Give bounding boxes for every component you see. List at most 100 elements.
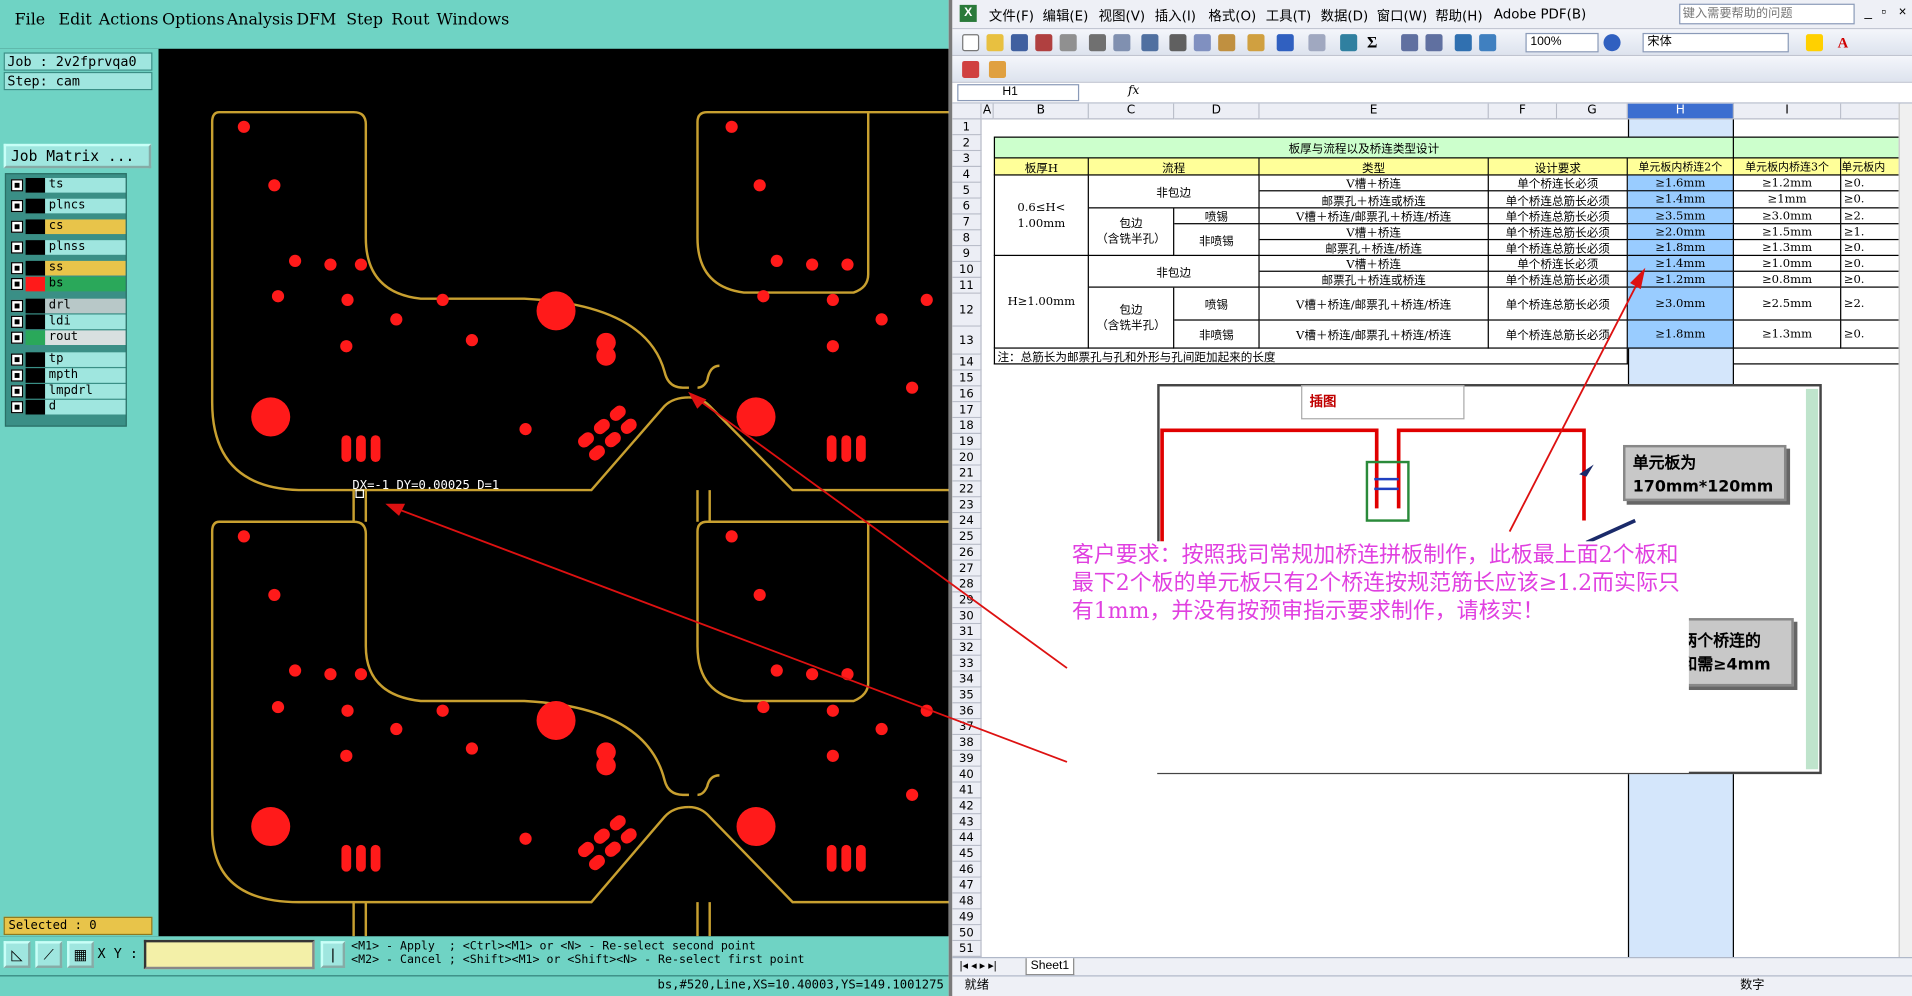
column-header-h[interactable]: H xyxy=(1627,103,1734,120)
cell-requirement[interactable]: 单个桥连长必须 xyxy=(1488,256,1628,272)
row-header[interactable]: 39 xyxy=(952,750,982,767)
cell-type[interactable]: V槽＋桥连 xyxy=(1259,256,1489,272)
menu-file[interactable]: File xyxy=(15,11,46,29)
header-bridge-2[interactable]: 单元板内桥连2个 xyxy=(1627,158,1734,176)
layer-row-drl[interactable]: drl xyxy=(9,298,126,314)
preview-icon[interactable] xyxy=(1113,34,1131,52)
cell-bridge-4[interactable]: ≥2. xyxy=(1841,287,1902,321)
layer-row-tp[interactable]: tp xyxy=(9,352,126,367)
menu-rout[interactable]: Rout xyxy=(391,11,429,29)
menu-step[interactable]: Step xyxy=(346,11,383,29)
cell-requirement[interactable]: 单个桥连总筋长必须 xyxy=(1488,287,1628,321)
row-header[interactable]: 22 xyxy=(952,481,982,498)
column-header-i[interactable]: I xyxy=(1733,103,1842,120)
cell-type[interactable]: V槽＋桥连/邮票孔＋桥连/桥连 xyxy=(1259,287,1489,321)
row-header[interactable]: 6 xyxy=(952,198,982,215)
row-header[interactable]: 45 xyxy=(952,846,982,862)
cell-requirement[interactable]: 单个桥连总筋长必须 xyxy=(1488,208,1628,225)
open-icon[interactable] xyxy=(986,34,1004,52)
table-title[interactable]: 板厚与流程以及桥连类型设计 xyxy=(993,136,1734,159)
cell-requirement[interactable]: 单个桥连总筋长必须 xyxy=(1488,191,1628,209)
group-spray-2[interactable]: 喷锡 xyxy=(1174,287,1260,321)
row-header[interactable]: 3 xyxy=(952,151,982,168)
column-header-c[interactable]: C xyxy=(1088,103,1175,120)
layer-checkbox[interactable] xyxy=(10,220,24,233)
row-header[interactable]: 49 xyxy=(952,909,982,926)
layer-row-mpth[interactable]: mpth xyxy=(9,368,126,383)
layer-checkbox[interactable] xyxy=(10,385,24,398)
row-header[interactable]: 14 xyxy=(952,354,982,371)
group-no-spray-2[interactable]: 非喷锡 xyxy=(1174,320,1260,349)
xl-menu-tools[interactable]: 工具(T) xyxy=(1266,6,1311,26)
layer-checkbox[interactable] xyxy=(10,179,24,192)
row-header[interactable]: 16 xyxy=(952,386,982,403)
cell-bridge-2[interactable]: ≥1.8mm xyxy=(1627,320,1734,349)
name-box[interactable]: H1 xyxy=(957,84,1080,102)
cell-bridge-4[interactable]: ≥0. xyxy=(1841,191,1902,209)
xl-menu-format[interactable]: 格式(O) xyxy=(1208,6,1256,26)
cell-requirement[interactable]: 单个桥连总筋长必须 xyxy=(1488,240,1628,257)
cell-bridge-3[interactable]: ≥1.3mm xyxy=(1733,240,1842,257)
column-header-d[interactable]: D xyxy=(1174,103,1260,120)
menu-windows[interactable]: Windows xyxy=(437,11,510,29)
cell-type[interactable]: 邮票孔＋桥连或桥连 xyxy=(1259,271,1489,288)
row-header[interactable]: 17 xyxy=(952,402,982,419)
tab-nav-icon[interactable]: |◂ ◂ ▸ ▸| xyxy=(960,959,997,972)
group-thick[interactable]: H≥1.00mm xyxy=(993,256,1089,349)
row-header[interactable]: 36 xyxy=(952,703,982,720)
excel-app-icon[interactable]: X xyxy=(959,4,977,22)
column-header-g[interactable]: G xyxy=(1557,103,1628,120)
row-header[interactable]: 7 xyxy=(952,214,982,231)
worksheet-grid[interactable]: A B C D E F G H I 1 2 3 4 5 6 7 8 9 10 11 12 13 14 15 1… xyxy=(952,103,1902,957)
font-color-icon[interactable]: A xyxy=(1838,34,1855,51)
paste-icon[interactable] xyxy=(1218,34,1236,52)
row-header[interactable]: 42 xyxy=(952,798,982,815)
layer-checkbox[interactable] xyxy=(10,199,24,213)
cam-graphics-canvas[interactable]: DX=-1 DY=0.00025 D=1 xyxy=(159,49,949,937)
menu-options[interactable]: Options xyxy=(162,11,224,29)
hint-icon[interactable]: | xyxy=(320,941,346,968)
cell-bridge-4[interactable]: ≥0. xyxy=(1841,175,1902,192)
row-header[interactable]: 33 xyxy=(952,655,982,672)
measure-icon[interactable]: ⟋ xyxy=(35,941,63,968)
header-process[interactable]: 流程 xyxy=(1088,158,1260,176)
layer-checkbox[interactable] xyxy=(10,369,24,382)
row-header[interactable]: 34 xyxy=(952,671,982,688)
undo-icon[interactable] xyxy=(1276,34,1294,52)
group-no-edge-2[interactable]: 非包边 xyxy=(1088,256,1260,288)
layer-row-plncs[interactable]: plncs xyxy=(9,198,126,214)
xl-menu-data[interactable]: 数据(D) xyxy=(1321,6,1369,26)
row-header[interactable]: 41 xyxy=(952,782,982,799)
row-header[interactable]: 9 xyxy=(952,246,982,263)
xl-menu-file[interactable]: 文件(F) xyxy=(989,6,1034,26)
row-header[interactable]: 19 xyxy=(952,433,982,450)
row-header[interactable]: 24 xyxy=(952,513,982,530)
xl-menu-help[interactable]: 帮助(H) xyxy=(1435,6,1482,26)
zoom-select[interactable]: 100% xyxy=(1525,32,1599,53)
row-header[interactable]: 30 xyxy=(952,608,982,625)
mail-icon[interactable] xyxy=(1059,34,1077,52)
cell-bridge-2[interactable]: ≥1.4mm xyxy=(1627,191,1734,209)
spelling-icon[interactable] xyxy=(1141,34,1159,52)
row-header[interactable]: 28 xyxy=(952,576,982,593)
cell-bridge-3[interactable]: ≥1mm xyxy=(1733,191,1842,209)
row-header[interactable]: 31 xyxy=(952,624,982,641)
group-edge-2[interactable]: 包边 （含铣半孔） xyxy=(1088,287,1175,349)
layer-row-plnss[interactable]: plnss xyxy=(9,240,126,255)
cell-bridge-3[interactable]: ≥2.5mm xyxy=(1733,287,1842,321)
cell-bridge-2[interactable]: ≥1.8mm xyxy=(1627,240,1734,257)
cell-bridge-3[interactable]: ≥1.5mm xyxy=(1733,224,1842,241)
xl-menu-adobe[interactable]: Adobe PDF(B) xyxy=(1494,6,1587,22)
vertical-scrollbar[interactable] xyxy=(1898,103,1912,957)
layer-row-bs[interactable]: bs xyxy=(9,276,126,292)
row-header[interactable]: 20 xyxy=(952,449,982,466)
cell-bridge-3[interactable]: ≥0.8mm xyxy=(1733,271,1842,288)
row-header[interactable]: 46 xyxy=(952,861,982,878)
row-header[interactable]: 11 xyxy=(952,277,982,294)
header-thickness[interactable]: 板厚H xyxy=(993,158,1089,176)
cell-bridge-3[interactable]: ≥1.0mm xyxy=(1733,256,1842,272)
row-header[interactable]: 51 xyxy=(952,941,982,957)
autosum-icon[interactable]: Σ xyxy=(1367,34,1384,51)
group-spray-1[interactable]: 喷锡 xyxy=(1174,208,1260,225)
redo-icon[interactable] xyxy=(1308,34,1326,52)
